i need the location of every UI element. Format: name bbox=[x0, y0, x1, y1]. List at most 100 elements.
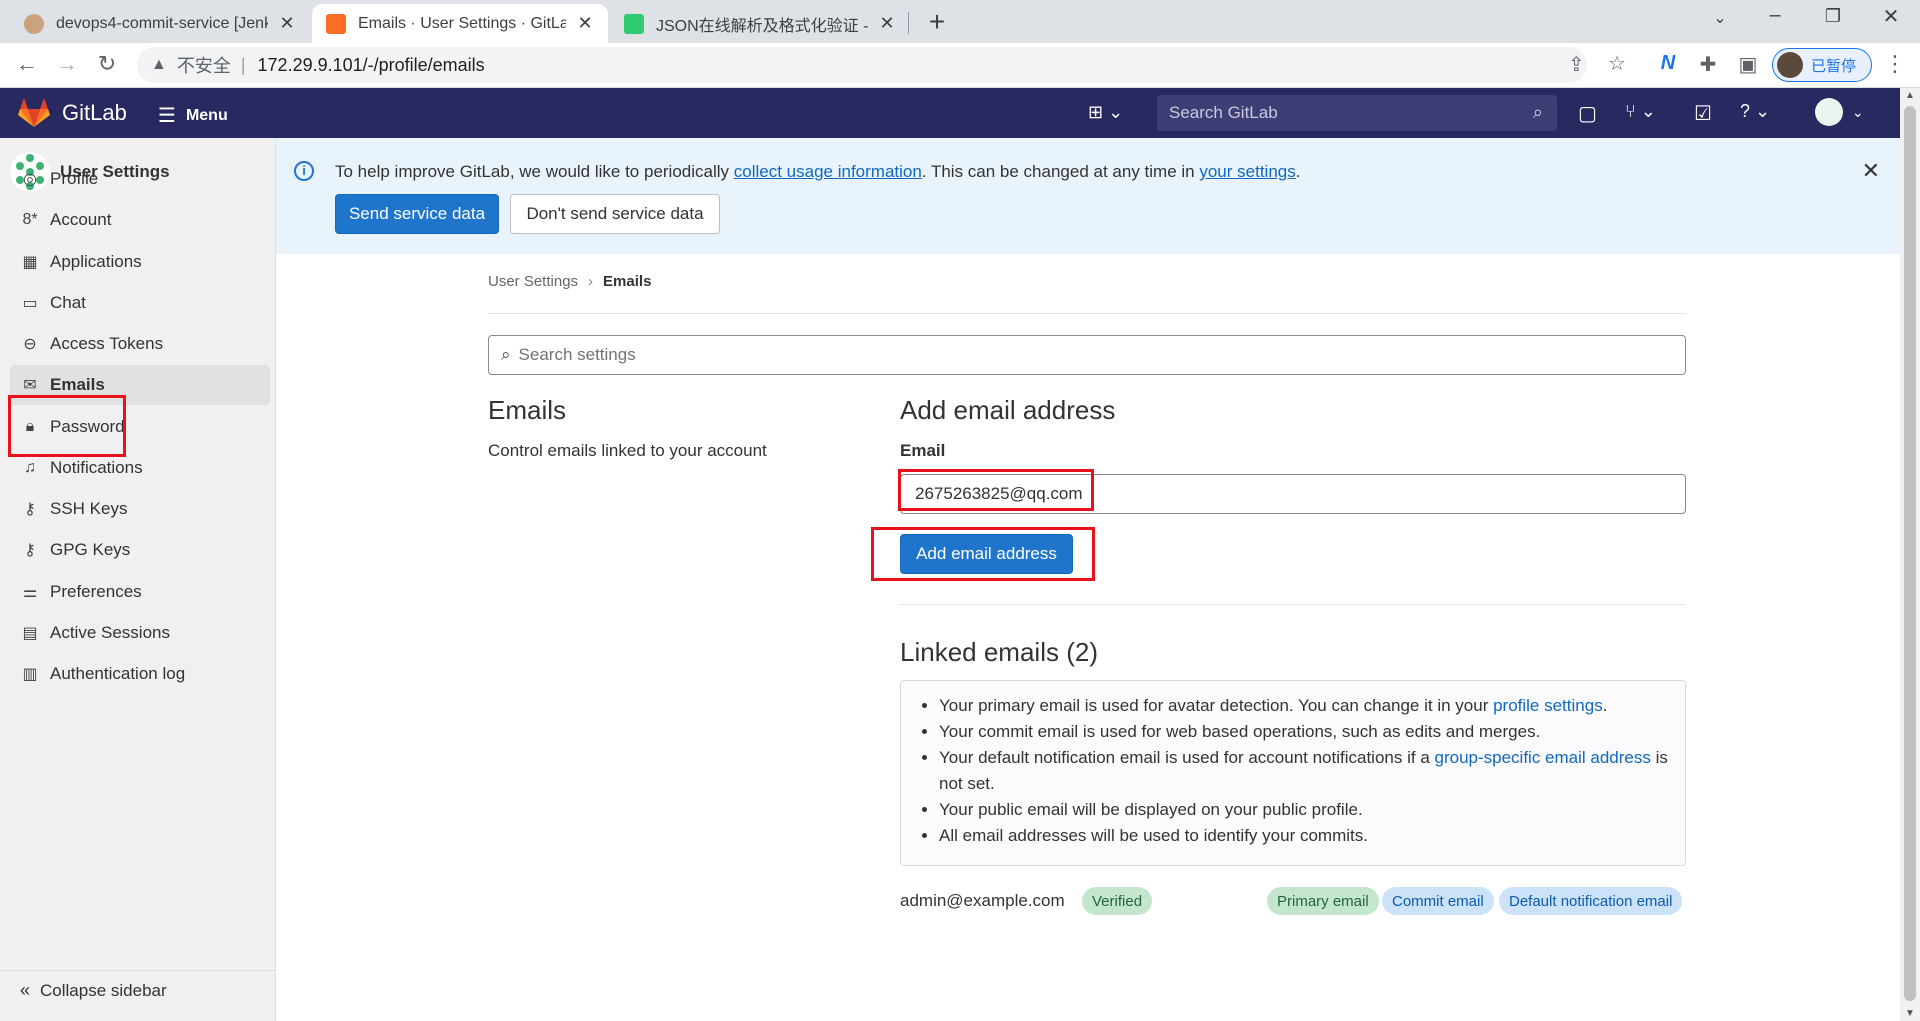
gitlab-header: GitLab ☰ Menu ⊞ ⌄ Search GitLab ⌕ ▢ ⑂ ⌄ … bbox=[0, 88, 1900, 138]
bookmark-star-icon[interactable]: ☆ bbox=[1608, 51, 1626, 76]
security-label: 不安全 bbox=[176, 56, 231, 76]
tab-json[interactable]: JSON在线解析及格式化验证 - JSON.cn ✕ bbox=[610, 4, 910, 43]
highlight-email-field bbox=[898, 469, 1094, 511]
send-service-data-button[interactable]: Send service data bbox=[335, 194, 499, 234]
bell-icon: ♫ bbox=[24, 459, 36, 476]
extension-n-icon[interactable]: N bbox=[1654, 52, 1682, 75]
key-icon: ⚷ bbox=[24, 501, 36, 518]
breadcrumb: User Settings › Emails bbox=[488, 273, 651, 290]
dont-send-service-data-button[interactable]: Don't send service data bbox=[510, 194, 720, 234]
search-settings-input[interactable]: ⌕ Search settings bbox=[488, 335, 1686, 375]
settings-sidebar: User Settings ◎ Profile 8* Account ▦ Applic… bbox=[0, 138, 276, 1021]
mail-icon: ✉ bbox=[23, 377, 37, 394]
profile-icon: ◎ bbox=[23, 171, 37, 188]
page-scrollbar[interactable]: ▲ ▼ bbox=[1900, 88, 1920, 1021]
linked-emails-notes: Your primary email is used for avatar de… bbox=[900, 680, 1686, 866]
hamburger-icon: ☰ bbox=[158, 105, 176, 127]
tab-jenkins[interactable]: devops4-commit-service [Jenkins] ✕ bbox=[10, 4, 310, 43]
browser-tab-bar: devops4-commit-service [Jenkins] ✕ Email… bbox=[0, 0, 1920, 43]
chevron-down-icon[interactable]: ⌄ bbox=[1852, 104, 1864, 121]
sidebar-item-access-tokens[interactable]: ⊖ Access Tokens bbox=[10, 324, 270, 364]
gitlab-search-input[interactable]: Search GitLab ⌕ bbox=[1157, 95, 1557, 131]
sidebar-item-preferences[interactable]: ⚌ Preferences bbox=[10, 572, 270, 612]
applications-icon: ▦ bbox=[22, 254, 38, 271]
new-tab-icon[interactable]: + bbox=[922, 6, 952, 38]
back-icon[interactable]: ← bbox=[12, 51, 42, 77]
sidebar-item-applications[interactable]: ▦ Applications bbox=[10, 242, 270, 282]
menu-button[interactable]: ☰ Menu bbox=[158, 103, 228, 128]
collapse-sidebar-button[interactable]: « Collapse sidebar bbox=[20, 980, 167, 1001]
window-close-icon[interactable]: ✕ bbox=[1876, 4, 1906, 29]
profile-avatar bbox=[1777, 52, 1803, 78]
chevron-right-icon: › bbox=[588, 273, 594, 290]
scroll-down-icon[interactable]: ▼ bbox=[1905, 1008, 1915, 1019]
search-icon: ⌕ bbox=[1532, 102, 1543, 122]
side-panel-icon[interactable]: ▣ bbox=[1734, 52, 1762, 77]
todos-icon[interactable]: ☑ bbox=[1694, 101, 1712, 126]
banner-message: To help improve GitLab, we would like to… bbox=[335, 162, 1301, 181]
browser-toolbar: ← → ↻ ▲ 不安全 | 172.29.9.101/-/profile/ema… bbox=[0, 43, 1920, 88]
linked-emails-title: Linked emails (2) bbox=[900, 637, 1098, 667]
gitlab-brand[interactable]: GitLab bbox=[62, 100, 127, 126]
profile-settings-link[interactable]: profile settings bbox=[1493, 696, 1603, 715]
commit-email-badge: Commit email bbox=[1382, 887, 1494, 915]
user-avatar[interactable] bbox=[1815, 98, 1843, 126]
note-item: Your public email will be displayed on y… bbox=[939, 797, 1685, 823]
token-icon: ⊖ bbox=[23, 336, 37, 353]
forward-icon[interactable]: → bbox=[52, 51, 82, 77]
close-tab-icon[interactable]: ✕ bbox=[878, 13, 896, 34]
help-icon[interactable]: ? ⌄ bbox=[1740, 101, 1770, 122]
close-icon[interactable]: ✕ bbox=[1862, 158, 1880, 184]
highlight-add-button bbox=[871, 527, 1095, 581]
close-tab-icon[interactable]: ✕ bbox=[278, 13, 296, 34]
sidebar-item-authentication-log[interactable]: ▥ Authentication log bbox=[10, 654, 270, 694]
log-icon: ▥ bbox=[22, 666, 38, 683]
note-item: Your commit email is used for web based … bbox=[939, 719, 1685, 745]
email-row: admin@example.com Verified Primary email… bbox=[900, 887, 1686, 917]
new-dropdown-icon[interactable]: ⊞ ⌄ bbox=[1088, 102, 1123, 123]
note-item: All email addresses will be used to iden… bbox=[939, 823, 1685, 849]
share-icon[interactable]: ⇪ bbox=[1568, 52, 1585, 77]
sidebar-item-ssh-keys[interactable]: ⚷ SSH Keys bbox=[10, 489, 270, 529]
scrollbar-thumb[interactable] bbox=[1904, 106, 1916, 1001]
scroll-up-icon[interactable]: ▲ bbox=[1905, 90, 1915, 101]
sidebar-item-active-sessions[interactable]: ▤ Active Sessions bbox=[10, 613, 270, 653]
json-favicon-icon bbox=[624, 13, 644, 34]
extensions-puzzle-icon[interactable]: ✚ bbox=[1694, 52, 1722, 77]
jenkins-favicon-icon bbox=[24, 13, 44, 34]
profile-button[interactable]: 已暂停 bbox=[1772, 48, 1872, 82]
emails-section-title: Emails bbox=[488, 395, 567, 425]
group-specific-email-link[interactable]: group-specific email address bbox=[1435, 748, 1651, 767]
note-item: Your primary email is used for avatar de… bbox=[939, 693, 1685, 719]
default-notification-badge: Default notification email bbox=[1499, 887, 1683, 915]
tab-gitlab-emails[interactable]: Emails · User Settings · GitLab ✕ bbox=[312, 4, 608, 43]
breadcrumb-user-settings[interactable]: User Settings bbox=[488, 273, 578, 290]
close-tab-icon[interactable]: ✕ bbox=[576, 13, 594, 34]
preferences-icon: ⚌ bbox=[22, 584, 38, 601]
gitlab-logo-icon[interactable] bbox=[18, 98, 50, 128]
verified-badge: Verified bbox=[1082, 887, 1153, 915]
email-address: admin@example.com bbox=[900, 891, 1065, 910]
your-settings-link[interactable]: your settings bbox=[1199, 162, 1295, 181]
issues-icon[interactable]: ▢ bbox=[1578, 101, 1597, 126]
primary-email-badge: Primary email bbox=[1267, 887, 1379, 915]
sidebar-item-gpg-keys[interactable]: ⚷ GPG Keys bbox=[10, 530, 270, 570]
key-icon: ⚷ bbox=[24, 542, 36, 559]
restore-icon[interactable]: ❐ bbox=[1818, 6, 1848, 27]
note-item: Your default notification email is used … bbox=[939, 745, 1685, 797]
info-icon: i bbox=[294, 161, 314, 181]
sidebar-item-chat[interactable]: ▭ Chat bbox=[10, 283, 270, 323]
tab-search-chevron-icon[interactable]: ⌄ bbox=[1705, 8, 1735, 28]
breadcrumb-emails[interactable]: Emails bbox=[603, 273, 651, 290]
address-bar[interactable]: ▲ 不安全 | 172.29.9.101/-/profile/emails bbox=[137, 47, 1587, 83]
warning-icon: ▲ bbox=[151, 56, 167, 73]
browser-menu-icon[interactable]: ⋮ bbox=[1880, 51, 1910, 77]
collect-usage-link[interactable]: collect usage information bbox=[734, 162, 922, 181]
minimize-icon[interactable]: – bbox=[1760, 4, 1790, 27]
sidebar-item-account[interactable]: 8* Account bbox=[10, 200, 270, 240]
merge-requests-icon[interactable]: ⑂ ⌄ bbox=[1625, 101, 1656, 122]
chat-icon: ▭ bbox=[22, 295, 38, 312]
sidebar-item-profile[interactable]: ◎ Profile bbox=[10, 159, 270, 199]
gitlab-favicon-icon bbox=[326, 13, 346, 34]
reload-icon[interactable]: ↻ bbox=[92, 51, 122, 77]
